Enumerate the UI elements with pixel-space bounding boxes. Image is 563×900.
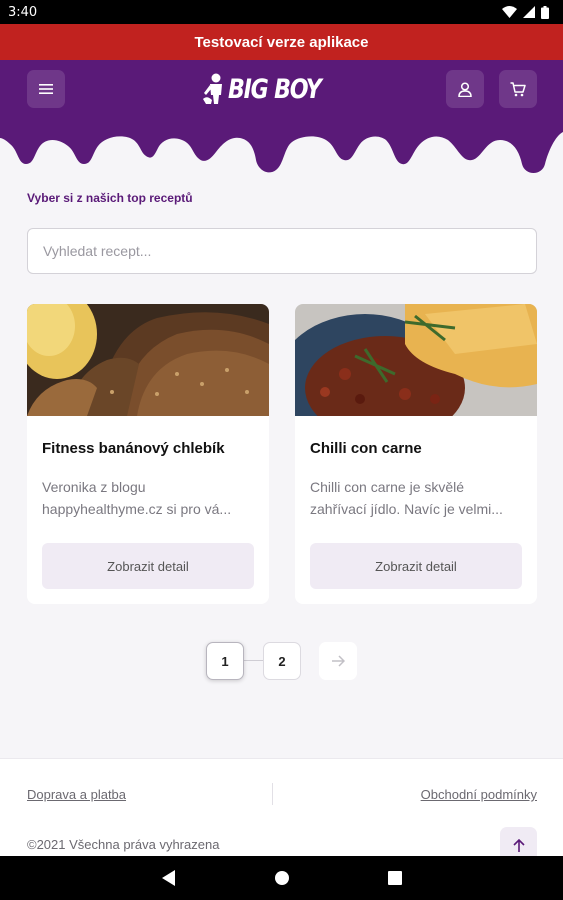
page-2-button[interactable]: 2 <box>263 642 301 680</box>
arrow-up-icon <box>512 838 525 852</box>
shipping-payment-link[interactable]: Doprava a platba <box>27 787 126 802</box>
recipe-card[interactable]: Chilli con carne Chilli con carne je skv… <box>295 304 537 604</box>
home-icon[interactable] <box>274 870 290 886</box>
header: BIG BOY <box>0 60 563 178</box>
test-version-banner: Testovací verze aplikace <box>0 24 563 60</box>
terms-link[interactable]: Obchodní podmínky <box>421 787 537 802</box>
account-button[interactable] <box>446 70 484 108</box>
recipe-image-chilli[interactable] <box>295 304 537 416</box>
recipe-description: Chilli con carne je skvělé zahřívací jíd… <box>310 476 525 520</box>
recipe-description-line: zahřívací jídlo. Navíc je velmi... <box>310 501 503 517</box>
hamburger-icon <box>39 84 53 94</box>
logo-figure-icon <box>203 73 222 104</box>
brand-logo[interactable]: BIG BOY <box>203 72 341 106</box>
section-title: Vyber si z našich top receptů <box>27 191 193 205</box>
back-icon[interactable] <box>161 870 176 886</box>
status-icons <box>502 5 549 19</box>
footer-divider <box>272 783 273 805</box>
user-icon <box>458 81 472 97</box>
pagination: 1 2 <box>0 642 563 680</box>
recipe-description-line: Veronika z blogu <box>42 479 146 495</box>
pagination-connector <box>244 660 264 661</box>
recipe-card[interactable]: Fitness banánový chlebík Veronika z blog… <box>27 304 269 604</box>
recipe-title[interactable]: Chilli con carne <box>310 440 422 457</box>
status-time: 3:40 <box>8 4 38 20</box>
arrow-right-icon <box>332 655 345 667</box>
wifi-icon <box>502 6 517 18</box>
copyright: ©2021 Všechna práva vyhrazena <box>27 837 220 852</box>
show-detail-button[interactable]: Zobrazit detail <box>310 543 522 589</box>
show-detail-button[interactable]: Zobrazit detail <box>42 543 254 589</box>
search-input[interactable] <box>27 228 537 274</box>
recipe-description-line: Chilli con carne je skvělé <box>310 479 465 495</box>
page-1-button[interactable]: 1 <box>206 642 244 680</box>
menu-button[interactable] <box>27 70 65 108</box>
signal-icon <box>523 6 535 18</box>
next-page-button[interactable] <box>319 642 357 680</box>
recipe-image-banana-bread[interactable] <box>27 304 269 416</box>
recents-icon[interactable] <box>387 871 402 885</box>
cart-icon <box>510 81 526 96</box>
cart-button[interactable] <box>499 70 537 108</box>
recipe-description-line: happyhealthyme.cz si pro vá... <box>42 501 232 517</box>
battery-icon <box>541 5 549 19</box>
status-bar: 3:40 <box>0 0 563 24</box>
recipe-title[interactable]: Fitness banánový chlebík <box>42 440 225 457</box>
system-navigation-bar <box>0 856 563 900</box>
brand-name: BIG BOY <box>228 73 322 105</box>
recipe-description: Veronika z blogu happyhealthyme.cz si pr… <box>42 476 257 520</box>
footer: Doprava a platba Obchodní podmínky ©2021… <box>0 758 563 864</box>
